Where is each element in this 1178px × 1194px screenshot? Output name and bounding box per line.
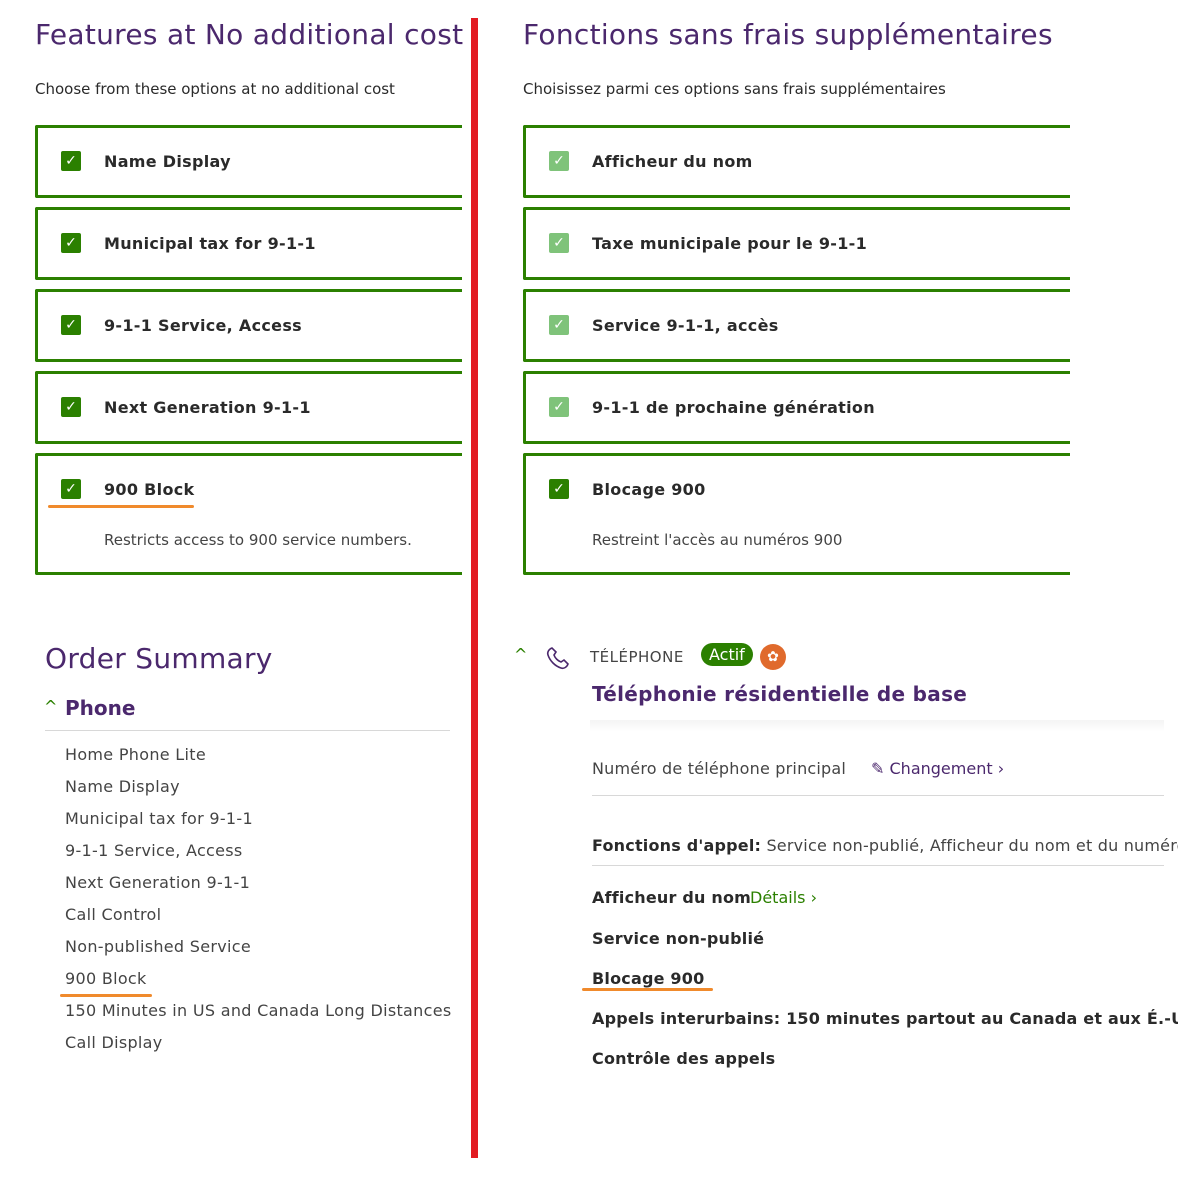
highlight-underline [582, 988, 713, 991]
block-900-item: Blocage 900 [592, 969, 705, 988]
primary-number-label: Numéro de téléphone principal [592, 759, 847, 778]
chevron-right-icon: › [810, 888, 817, 907]
feature-description: Restreint l'accès au numéros 900 [592, 531, 843, 549]
details-link-label: Détails [750, 888, 806, 907]
divider [592, 795, 1164, 796]
features-heading-fr: Fonctions sans frais supplémentaires [523, 18, 1053, 51]
checkbox-checked-icon[interactable]: ✓ [61, 315, 81, 335]
call-features-row: Fonctions d'appel: Service non-publié, A… [592, 836, 1178, 855]
summary-divider [45, 730, 450, 731]
feature-card-taxe-municipale[interactable]: ✓ Taxe municipale pour le 9-1-1 [523, 207, 1070, 280]
feature-label: 900 Block [104, 480, 195, 499]
summary-item: Next Generation 9-1-1 [65, 873, 251, 892]
feature-label: 9-1-1 de prochaine génération [592, 398, 875, 417]
change-link-label: Changement [889, 759, 993, 778]
summary-item: 150 Minutes in US and Canada Long Distan… [65, 1001, 452, 1020]
checkbox-checked-icon[interactable]: ✓ [61, 151, 81, 171]
change-link[interactable]: ✎ Changement › [871, 759, 1004, 778]
summary-item: 9-1-1 Service, Access [65, 841, 243, 860]
feature-label: Municipal tax for 9-1-1 [104, 234, 316, 253]
details-link[interactable]: Détails › [750, 888, 817, 907]
service-category: TÉLÉPHONE [590, 648, 684, 666]
feature-card-911-service[interactable]: ✓ 9-1-1 Service, Access [35, 289, 462, 362]
feature-label: 9-1-1 Service, Access [104, 316, 302, 335]
feature-label: Name Display [104, 152, 231, 171]
checkbox-checked-icon[interactable]: ✓ [549, 479, 569, 499]
summary-item: Call Display [65, 1033, 163, 1052]
checkbox-checked-icon[interactable]: ✓ [549, 397, 569, 417]
feature-card-municipal-tax[interactable]: ✓ Municipal tax for 9-1-1 [35, 207, 462, 280]
feature-card-afficheur-nom[interactable]: ✓ Afficheur du nom [523, 125, 1070, 198]
feature-description: Restricts access to 900 service numbers. [104, 531, 412, 549]
feature-card-900-block[interactable]: ✓ 900 Block Restricts access to 900 serv… [35, 453, 462, 575]
phone-icon [546, 647, 569, 670]
checkbox-checked-icon[interactable]: ✓ [549, 151, 569, 171]
summary-item: Name Display [65, 777, 180, 796]
comparison-divider [471, 18, 478, 1158]
status-badge: Actif [701, 643, 753, 666]
feature-label: Next Generation 9-1-1 [104, 398, 311, 417]
feature-label: Taxe municipale pour le 9-1-1 [592, 234, 868, 253]
features-heading: Features at No additional cost [35, 18, 464, 51]
highlight-underline [60, 994, 152, 997]
feature-label: Afficheur du nom [592, 152, 753, 171]
checkbox-checked-icon[interactable]: ✓ [61, 479, 81, 499]
name-display-label: Afficheur du nom [592, 888, 752, 907]
checkbox-checked-icon[interactable]: ✓ [549, 315, 569, 335]
summary-item: Municipal tax for 9-1-1 [65, 809, 253, 828]
feature-card-name-display[interactable]: ✓ Name Display [35, 125, 462, 198]
summary-item: Call Control [65, 905, 162, 924]
call-control-item: Contrôle des appels [592, 1049, 776, 1068]
long-distance-item: Appels interurbains: 150 minutes partout… [592, 1009, 1178, 1028]
divider [592, 865, 1164, 866]
chevron-right-icon: › [997, 759, 1005, 778]
feature-card-911-prochaine-generation[interactable]: ✓ 9-1-1 de prochaine génération [523, 371, 1070, 444]
coral-icon: ✿ [760, 644, 786, 670]
features-subheading-fr: Choisissez parmi ces options sans frais … [523, 80, 946, 98]
order-summary-heading: Order Summary [45, 642, 273, 675]
non-published-item: Service non-publié [592, 929, 765, 948]
checkbox-checked-icon[interactable]: ✓ [61, 233, 81, 253]
feature-card-blocage-900[interactable]: ✓ Blocage 900 Restreint l'accès au numér… [523, 453, 1070, 575]
summary-item: 900 Block [65, 969, 147, 988]
summary-item: Non-published Service [65, 937, 252, 956]
call-features-label: Fonctions d'appel: [592, 836, 762, 855]
feature-label: Service 9-1-1, accès [592, 316, 779, 335]
feature-label: Blocage 900 [592, 480, 706, 499]
call-features-value: Service non-publié, Afficheur du nom et … [766, 836, 1178, 855]
summary-item: Home Phone Lite [65, 745, 206, 764]
checkbox-checked-icon[interactable]: ✓ [549, 233, 569, 253]
highlight-underline [48, 505, 194, 508]
chevron-up-icon[interactable]: ^ [44, 697, 57, 716]
checkbox-checked-icon[interactable]: ✓ [61, 397, 81, 417]
section-shadow [590, 720, 1164, 732]
plan-name: Téléphonie résidentielle de base [592, 682, 968, 706]
features-subheading: Choose from these options at no addition… [35, 80, 395, 98]
summary-section-phone[interactable]: Phone [65, 696, 135, 720]
feature-card-next-gen-911[interactable]: ✓ Next Generation 9-1-1 [35, 371, 462, 444]
feature-card-service-911[interactable]: ✓ Service 9-1-1, accès [523, 289, 1070, 362]
pencil-icon: ✎ [871, 759, 885, 778]
chevron-up-icon[interactable]: ^ [514, 645, 527, 664]
